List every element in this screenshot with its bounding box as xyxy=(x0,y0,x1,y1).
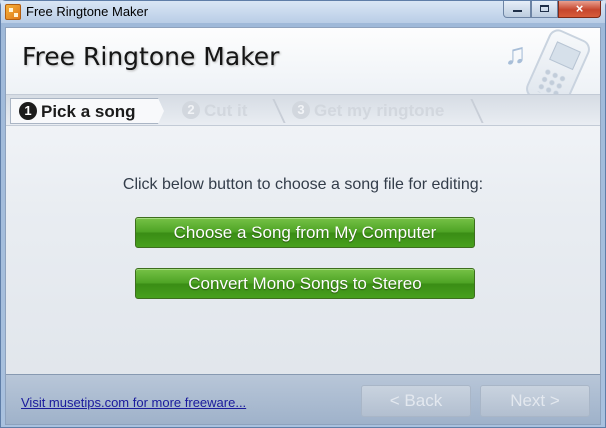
client-area: Free Ringtone Maker ♫ 1 Pick a song 2 Cut … xyxy=(5,26,601,425)
music-note-icon: ♫ xyxy=(504,38,527,71)
footer-bar: Visit musetips.com for more freeware... … xyxy=(6,374,600,424)
maximize-icon xyxy=(540,5,549,12)
convert-mono-button[interactable]: Convert Mono Songs to Stereo xyxy=(135,268,475,299)
step-label: Get my ringtone xyxy=(314,101,445,120)
app-window: Free Ringtone Maker × Free Ringtone Make… xyxy=(0,0,606,428)
back-button[interactable]: < Back xyxy=(361,385,471,417)
step-number: 3 xyxy=(292,101,310,119)
step-pick-a-song[interactable]: 1 Pick a song xyxy=(10,98,164,124)
close-icon: × xyxy=(575,1,584,16)
step-cut-it[interactable]: 2 Cut it xyxy=(182,98,247,124)
minimize-icon xyxy=(512,10,522,12)
app-header: Free Ringtone Maker ♫ xyxy=(6,26,600,112)
title-bar[interactable]: Free Ringtone Maker × xyxy=(1,1,605,23)
maximize-button[interactable] xyxy=(531,1,558,18)
chevron-right-icon xyxy=(460,99,484,123)
minimize-button[interactable] xyxy=(503,1,531,18)
window-title: Free Ringtone Maker xyxy=(26,4,149,19)
app-icon xyxy=(5,4,21,20)
chevron-right-icon xyxy=(262,99,286,123)
step-navigation: 1 Pick a song 2 Cut it 3 Get my ringtone xyxy=(6,94,600,126)
step-number: 2 xyxy=(182,101,200,119)
choose-song-button[interactable]: Choose a Song from My Computer xyxy=(135,217,475,248)
instruction-text: Click below button to choose a song file… xyxy=(122,176,484,193)
step-label: Cut it xyxy=(204,101,248,120)
close-button[interactable]: × xyxy=(558,1,601,18)
step-number: 1 xyxy=(19,102,37,120)
app-title: Free Ringtone Maker xyxy=(22,42,280,71)
next-button[interactable]: Next > xyxy=(480,385,590,417)
step-label: Pick a song xyxy=(41,102,136,121)
freeware-link[interactable]: Visit musetips.com for more freeware... xyxy=(21,395,246,410)
step-get-my-ringtone[interactable]: 3 Get my ringtone xyxy=(292,98,444,124)
